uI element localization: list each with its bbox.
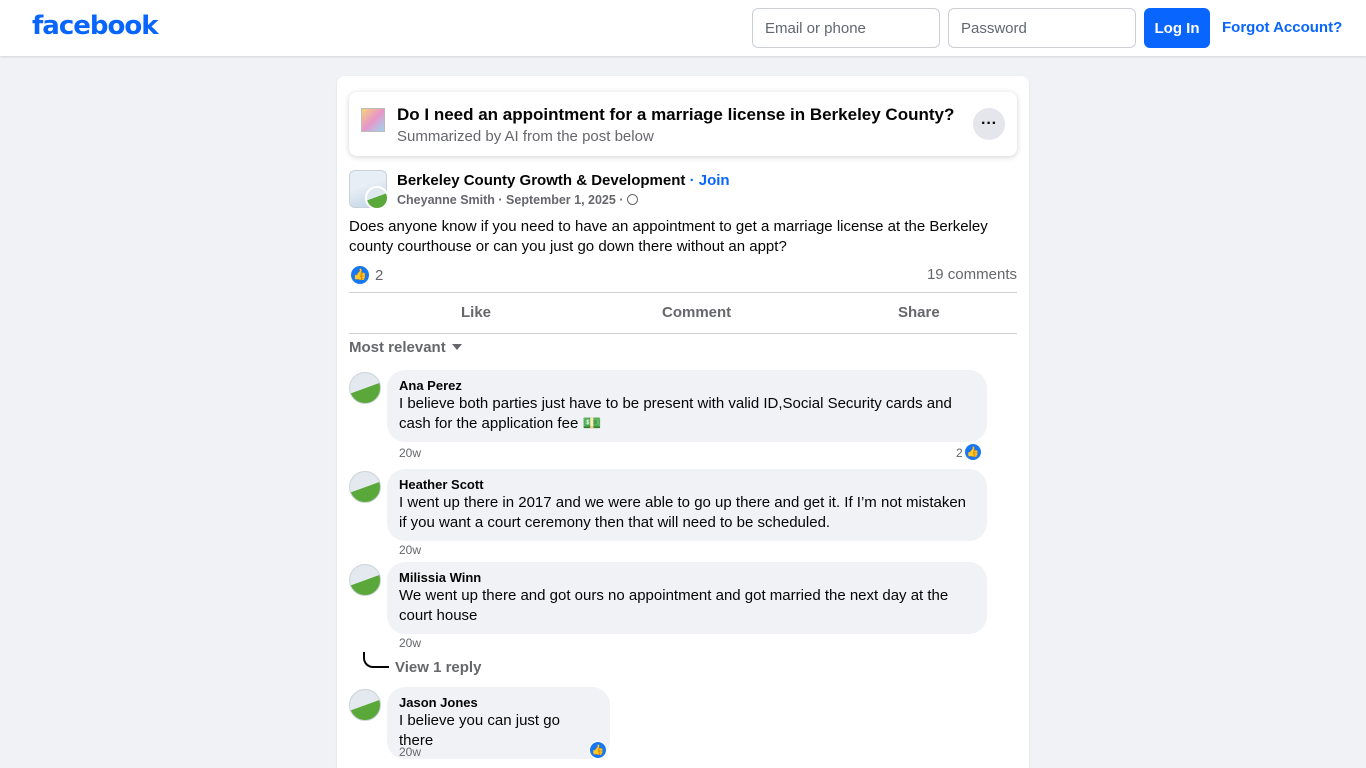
like-count[interactable]: 2: [375, 267, 383, 284]
share-button[interactable]: Share: [898, 304, 940, 321]
top-bar: facebook Log In Forgot Account?: [0, 0, 1366, 56]
comments-count[interactable]: 19 comments: [927, 266, 1017, 283]
comment-text: I believe you can just go there: [399, 712, 560, 749]
author-name[interactable]: Cheyanne Smith: [397, 193, 495, 207]
globe-icon: [626, 194, 638, 205]
more-options-button[interactable]: ···: [973, 108, 1005, 140]
comment-time[interactable]: 20w: [399, 543, 421, 557]
comment-avatar[interactable]: [349, 372, 381, 404]
comment-text: We went up there and got ours no appoint…: [399, 587, 949, 624]
comment-text: I believe both parties just have to be p…: [399, 395, 952, 432]
comment-time[interactable]: 20w: [399, 636, 421, 650]
comment-author[interactable]: Ana Perez: [399, 378, 975, 393]
comment-avatar[interactable]: [349, 564, 381, 596]
ai-summary-title: Do I need an appointment for a marriage …: [397, 105, 955, 124]
comment-avatar[interactable]: [349, 471, 381, 503]
view-replies-link[interactable]: View 1 reply: [395, 659, 481, 676]
comment-author[interactable]: Jason Jones: [399, 695, 598, 710]
facebook-logo[interactable]: facebook: [32, 11, 159, 41]
like-reaction-icon[interactable]: 👍: [964, 443, 982, 461]
like-reaction-icon[interactable]: 👍: [351, 266, 369, 284]
divider: [349, 333, 1017, 334]
like-reaction-icon[interactable]: 👍: [589, 741, 607, 759]
sort-label: Most relevant: [349, 339, 446, 356]
like-button[interactable]: Like: [461, 304, 491, 321]
comment-time[interactable]: 20w: [399, 446, 421, 460]
comment-like-count[interactable]: 2: [956, 446, 963, 460]
login-button[interactable]: Log In: [1144, 8, 1210, 48]
ai-summary-icon: [361, 108, 385, 132]
post-text: Does anyone know if you need to have an …: [349, 218, 988, 255]
password-input[interactable]: [948, 8, 1136, 48]
ai-summary-box[interactable]: Do I need an appointment for a marriage …: [349, 92, 1017, 156]
join-link[interactable]: Join: [699, 172, 730, 189]
forgot-account-link[interactable]: Forgot Account?: [1222, 19, 1342, 36]
comment-time[interactable]: 20w: [399, 745, 421, 759]
comment-author[interactable]: Heather Scott: [399, 477, 975, 492]
comment-text: I went up there in 2017 and we were able…: [399, 494, 967, 531]
reply-connector: [363, 652, 389, 668]
group-name-link[interactable]: Berkeley County Growth & Development: [397, 172, 685, 189]
comment-button[interactable]: Comment: [662, 304, 731, 321]
join-separator: ·: [685, 172, 699, 189]
divider: [349, 292, 1017, 293]
group-name-line: Berkeley County Growth & Development · J…: [397, 172, 730, 189]
post-meta: Cheyanne Smith · September 1, 2025 ·: [397, 193, 638, 207]
ai-summary-subtitle: Summarized by AI from the post below: [397, 128, 654, 145]
post-date[interactable]: September 1, 2025: [506, 193, 616, 207]
caret-down-icon: [451, 344, 462, 350]
comment-author[interactable]: Milissia Winn: [399, 570, 975, 585]
comment-bubble: Milissia Winn We went up there and got o…: [387, 562, 987, 634]
post-card: Do I need an appointment for a marriage …: [337, 76, 1029, 768]
sort-dropdown[interactable]: Most relevant: [349, 339, 462, 356]
author-avatar[interactable]: [365, 186, 389, 210]
comment-bubble: Ana Perez I believe both parties just ha…: [387, 370, 987, 442]
comment-bubble: Heather Scott I went up there in 2017 an…: [387, 469, 987, 541]
email-input[interactable]: [752, 8, 940, 48]
comment-avatar[interactable]: [349, 689, 381, 721]
